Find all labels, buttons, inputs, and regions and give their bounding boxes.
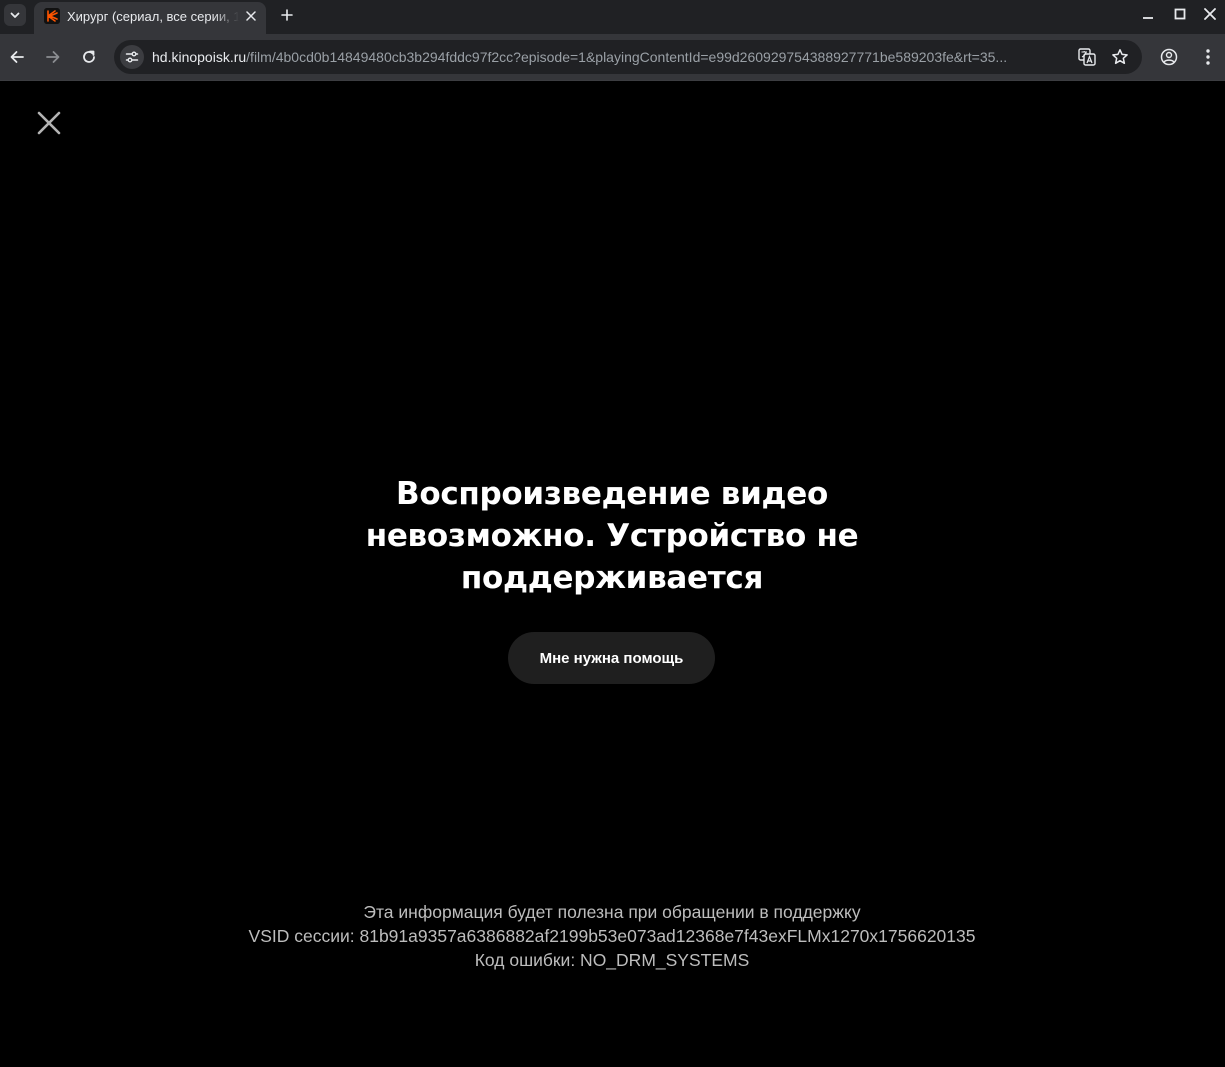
chevron-down-icon bbox=[10, 12, 20, 18]
reload-icon bbox=[83, 50, 95, 63]
close-icon bbox=[37, 111, 61, 135]
browser-toolbar: hd.kinopoisk.ru/film/4b0cd0b14849480cb3b… bbox=[0, 34, 1225, 80]
url-host: hd.kinopoisk.ru bbox=[152, 49, 247, 65]
translate-button[interactable] bbox=[1077, 47, 1097, 67]
tune-icon bbox=[125, 51, 139, 63]
close-icon bbox=[246, 11, 256, 21]
star-icon bbox=[1112, 49, 1128, 65]
video-player: Воспроизведение видео невозможно. Устрой… bbox=[0, 81, 1225, 1067]
error-title: Воспроизведение видео невозможно. Устрой… bbox=[365, 476, 859, 596]
url-path: /film/4b0cd0b14849480cb3b294fddc97f2cc?e… bbox=[246, 49, 1008, 65]
support-note: Эта информация будет полезна при обращен… bbox=[363, 902, 861, 922]
maximize-icon bbox=[1174, 8, 1186, 20]
minimize-button[interactable] bbox=[1137, 3, 1159, 25]
more-vertical-icon bbox=[1206, 49, 1210, 65]
translate-icon bbox=[1078, 48, 1096, 66]
arrow-right-icon bbox=[46, 51, 60, 63]
tab-strip: Хирург (сериал, все серии, 1 сезон) — см… bbox=[0, 0, 1225, 34]
reload-button[interactable] bbox=[77, 45, 101, 69]
kinopoisk-icon bbox=[44, 8, 60, 24]
tab-close-button[interactable] bbox=[242, 7, 260, 25]
account-icon bbox=[1160, 48, 1178, 66]
forward-button[interactable] bbox=[41, 45, 65, 69]
browser-menu-button[interactable] bbox=[1196, 45, 1220, 69]
bookmark-button[interactable] bbox=[1110, 47, 1130, 67]
profile-button[interactable] bbox=[1157, 45, 1181, 69]
help-button[interactable]: Мне нужна помощь bbox=[508, 632, 715, 684]
vsid-session: VSID сессии: 81b91a9357a6386882af2199b53… bbox=[248, 926, 976, 946]
plus-icon bbox=[281, 9, 293, 21]
close-icon bbox=[1204, 8, 1216, 20]
new-tab-button[interactable] bbox=[276, 4, 298, 26]
window-close-button[interactable] bbox=[1199, 3, 1221, 25]
close-player-button[interactable] bbox=[34, 108, 64, 138]
url-text[interactable]: hd.kinopoisk.ru/film/4b0cd0b14849480cb3b… bbox=[152, 48, 1072, 66]
support-info: Эта информация будет полезна при обращен… bbox=[112, 900, 1112, 972]
browser-chrome: Хирург (сериал, все серии, 1 сезон) — см… bbox=[0, 0, 1225, 81]
site-info-button[interactable] bbox=[120, 45, 144, 69]
address-bar[interactable]: hd.kinopoisk.ru/film/4b0cd0b14849480cb3b… bbox=[114, 40, 1142, 74]
minimize-icon bbox=[1143, 17, 1153, 19]
error-code: Код ошибки: NO_DRM_SYSTEMS bbox=[474, 950, 750, 970]
tab-search-button[interactable] bbox=[4, 4, 26, 26]
maximize-button[interactable] bbox=[1169, 3, 1191, 25]
back-button[interactable] bbox=[5, 45, 29, 69]
browser-tab[interactable]: Хирург (сериал, все серии, 1 сезон) — см… bbox=[34, 2, 266, 34]
arrow-left-icon bbox=[10, 51, 24, 63]
tab-title: Хирург (сериал, все серии, 1 сезон) — см… bbox=[67, 9, 239, 24]
